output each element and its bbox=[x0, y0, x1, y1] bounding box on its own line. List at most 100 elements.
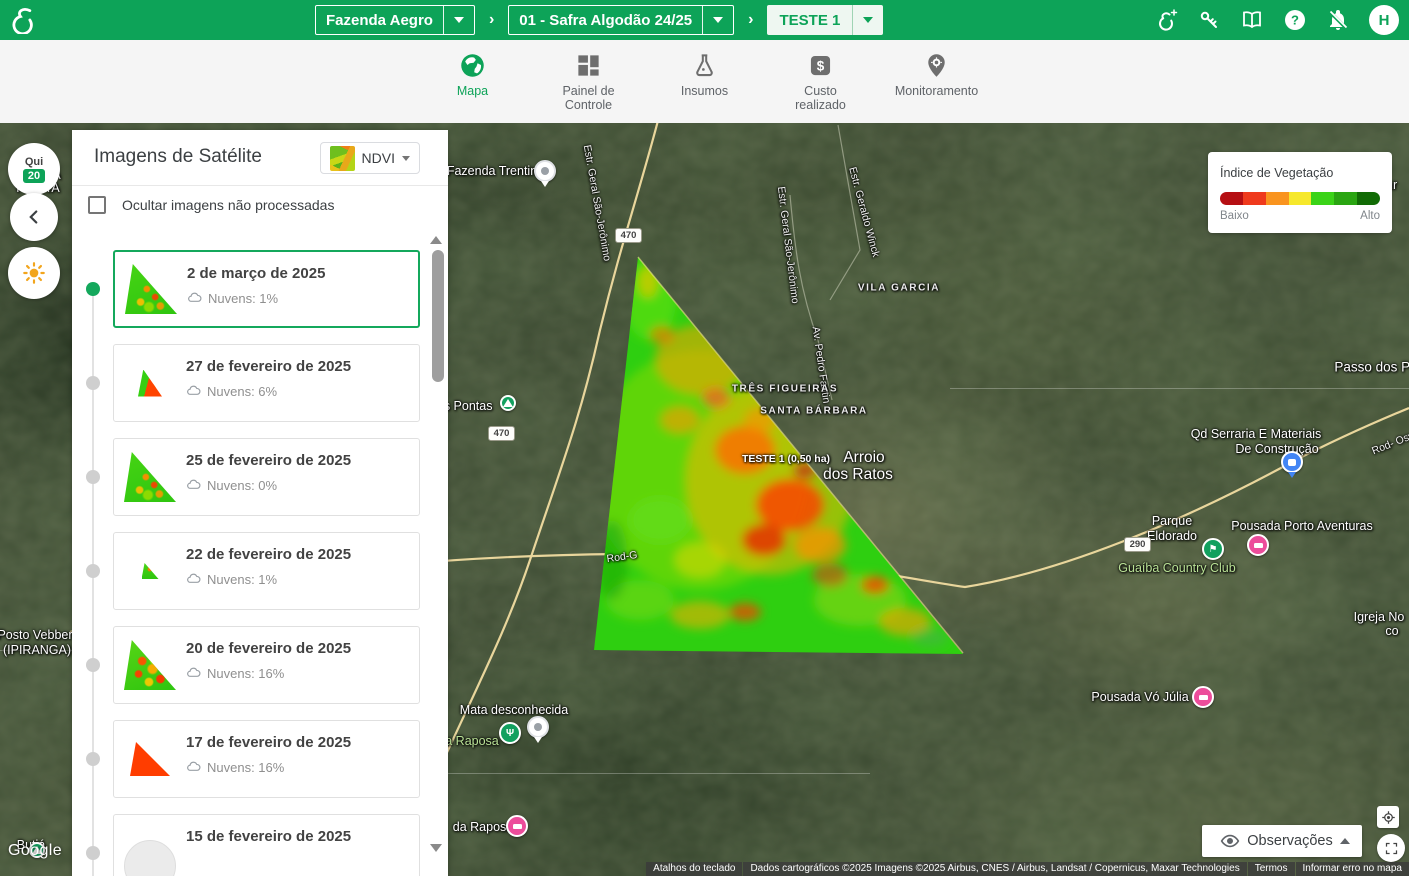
farm-selector[interactable]: Fazenda Aegro bbox=[315, 5, 475, 35]
timeline-dot[interactable] bbox=[86, 658, 100, 672]
hide-unprocessed-label: Ocultar imagens não processadas bbox=[122, 197, 334, 213]
chevron-down-icon bbox=[402, 156, 410, 161]
map-label: Guaíba Country Club bbox=[1118, 561, 1235, 575]
legend-color-segment bbox=[1289, 192, 1312, 205]
map-label: Fazenda Trentin bbox=[447, 164, 537, 178]
scrollbar-thumb[interactable] bbox=[432, 250, 444, 382]
main-nav: Mapa Painel de Controle Insumos $ Custo … bbox=[0, 40, 1409, 123]
map-label: TRÊS FIGUEIRAS bbox=[732, 384, 838, 395]
satellite-image-card[interactable]: 27 de fevereiro de 2025 Nuvens: 6% bbox=[113, 344, 420, 422]
key-icon[interactable] bbox=[1197, 8, 1221, 32]
cloud-icon bbox=[186, 477, 202, 493]
eye-icon bbox=[1220, 831, 1240, 851]
satellite-image-card[interactable]: 22 de fevereiro de 2025 Nuvens: 1% bbox=[113, 532, 420, 610]
serraria-marker[interactable] bbox=[1281, 451, 1303, 473]
app-header: Fazenda Aegro › 01 - Safra Algodão 24/25… bbox=[0, 0, 1409, 40]
pousada-vo-julia-marker[interactable] bbox=[1192, 686, 1214, 708]
da-raposa-hotel-marker[interactable] bbox=[506, 815, 528, 837]
cloud-coverage-text: Nuvens: 16% bbox=[207, 760, 284, 775]
keyboard-shortcuts-link[interactable]: Atalhos do teclado bbox=[646, 862, 742, 876]
aegro-logo[interactable] bbox=[10, 6, 38, 34]
monitoring-pin-icon bbox=[923, 52, 950, 79]
chevron-up-icon bbox=[1340, 838, 1350, 844]
tab-label: Insumos bbox=[681, 84, 728, 98]
map-label: TESTE 1 (0,50 ha) bbox=[742, 453, 830, 465]
legend-color-segment bbox=[1266, 192, 1289, 205]
chevron-down-icon bbox=[454, 17, 464, 23]
observations-button[interactable]: Observações bbox=[1202, 825, 1362, 857]
hide-unprocessed-checkbox[interactable] bbox=[88, 196, 106, 214]
cloud-coverage-text: Nuvens: 16% bbox=[207, 666, 284, 681]
satellite-image-card[interactable]: 2 de março de 2025 Nuvens: 1% bbox=[113, 250, 420, 328]
expand-icon bbox=[1384, 841, 1399, 856]
avatar[interactable]: H bbox=[1369, 5, 1399, 35]
scroll-down-arrow[interactable] bbox=[430, 844, 442, 852]
observations-label: Observações bbox=[1240, 833, 1340, 849]
raposa-restaurant-marker[interactable] bbox=[499, 722, 521, 744]
my-location-button[interactable] bbox=[1377, 806, 1399, 828]
season-selector[interactable]: 01 - Safra Algodão 24/25 bbox=[508, 5, 734, 35]
panel-title: Imagens de Satélite bbox=[94, 146, 262, 168]
legend-color-segment bbox=[1334, 192, 1357, 205]
mata-desconhecida-marker[interactable] bbox=[527, 716, 549, 738]
field-selector[interactable]: TESTE 1 bbox=[767, 5, 883, 35]
tab-custo-realizado[interactable]: $ Custo realizado bbox=[778, 52, 864, 123]
layer-selector[interactable]: NDVI bbox=[320, 142, 420, 174]
legend-title: Índice de Vegetação bbox=[1220, 166, 1380, 180]
map-label: Igreja No bbox=[1354, 610, 1405, 624]
collapse-panel-button[interactable] bbox=[10, 193, 58, 241]
field-selector-label: TESTE 1 bbox=[779, 12, 840, 29]
notifications-off-icon[interactable] bbox=[1326, 8, 1350, 32]
cloud-coverage: Nuvens: 16% bbox=[186, 665, 419, 681]
scroll-up-arrow[interactable] bbox=[430, 236, 442, 244]
map-attribution: Atalhos do teclado Dados cartográficos ©… bbox=[646, 862, 1409, 876]
breadcrumb: Fazenda Aegro › 01 - Safra Algodão 24/25… bbox=[315, 0, 883, 40]
tab-insumos[interactable]: Insumos bbox=[662, 52, 748, 123]
guaiba-country-club-marker[interactable] bbox=[1202, 538, 1224, 560]
tab-label: Custo realizado bbox=[778, 84, 864, 113]
field-thumbnail bbox=[138, 370, 162, 397]
fazenda-trentin-marker[interactable] bbox=[534, 160, 556, 182]
add-farm-icon[interactable] bbox=[1154, 8, 1178, 32]
report-map-error-link[interactable]: Informar erro no mapa bbox=[1296, 862, 1409, 876]
satellite-image-card[interactable]: 25 de fevereiro de 2025 Nuvens: 0% bbox=[113, 438, 420, 516]
boundary-line bbox=[950, 388, 1409, 389]
image-date: 17 de fevereiro de 2025 bbox=[186, 734, 419, 751]
tab-painel-de-controle[interactable]: Painel de Controle bbox=[546, 52, 632, 123]
help-icon[interactable]: ? bbox=[1283, 8, 1307, 32]
legend-low-label: Baixo bbox=[1220, 210, 1249, 222]
terms-link[interactable]: Termos bbox=[1248, 862, 1295, 876]
cloud-coverage: Nuvens: 1% bbox=[186, 571, 419, 587]
road-shield: 290 bbox=[1124, 537, 1151, 552]
timeline-dot[interactable] bbox=[86, 282, 100, 296]
field-thumbnail bbox=[124, 840, 176, 876]
book-icon[interactable] bbox=[1240, 8, 1264, 32]
timeline-dot[interactable] bbox=[86, 376, 100, 390]
satellite-image-card[interactable]: 15 de fevereiro de 2025 bbox=[113, 814, 420, 876]
chevron-down-icon bbox=[863, 17, 873, 23]
timeline-dot[interactable] bbox=[86, 564, 100, 578]
satellite-image-card[interactable]: 20 de fevereiro de 2025 Nuvens: 16% bbox=[113, 626, 420, 704]
boundary-line bbox=[420, 773, 870, 774]
timeline-date-button[interactable]: Qui 20 bbox=[8, 143, 60, 195]
breadcrumb-separator: › bbox=[748, 11, 753, 29]
tab-label: Mapa bbox=[457, 84, 488, 98]
tab-monitoramento[interactable]: Monitoramento bbox=[894, 52, 980, 123]
timeline-dot[interactable] bbox=[86, 470, 100, 484]
pousada-porto-aventuras-marker[interactable] bbox=[1247, 534, 1269, 556]
weather-button[interactable] bbox=[8, 247, 60, 299]
fullscreen-button[interactable] bbox=[1377, 834, 1405, 862]
map-label: da Raposa bbox=[453, 820, 513, 834]
satellite-image-card[interactable]: 17 de fevereiro de 2025 Nuvens: 16% bbox=[113, 720, 420, 798]
tab-mapa[interactable]: Mapa bbox=[430, 52, 516, 123]
field-thumbnail bbox=[142, 563, 159, 579]
field-thumbnail bbox=[124, 640, 176, 690]
google-logo[interactable]: Google bbox=[8, 842, 62, 860]
tres-pontas-marker[interactable] bbox=[500, 395, 516, 411]
dollar-icon: $ bbox=[807, 52, 834, 79]
timeline-dot[interactable] bbox=[86, 846, 100, 860]
map-label: Passo dos Pir bbox=[1334, 360, 1409, 375]
map-label: co bbox=[1385, 624, 1398, 638]
road-shield: 470 bbox=[615, 228, 642, 243]
timeline-dot[interactable] bbox=[86, 752, 100, 766]
